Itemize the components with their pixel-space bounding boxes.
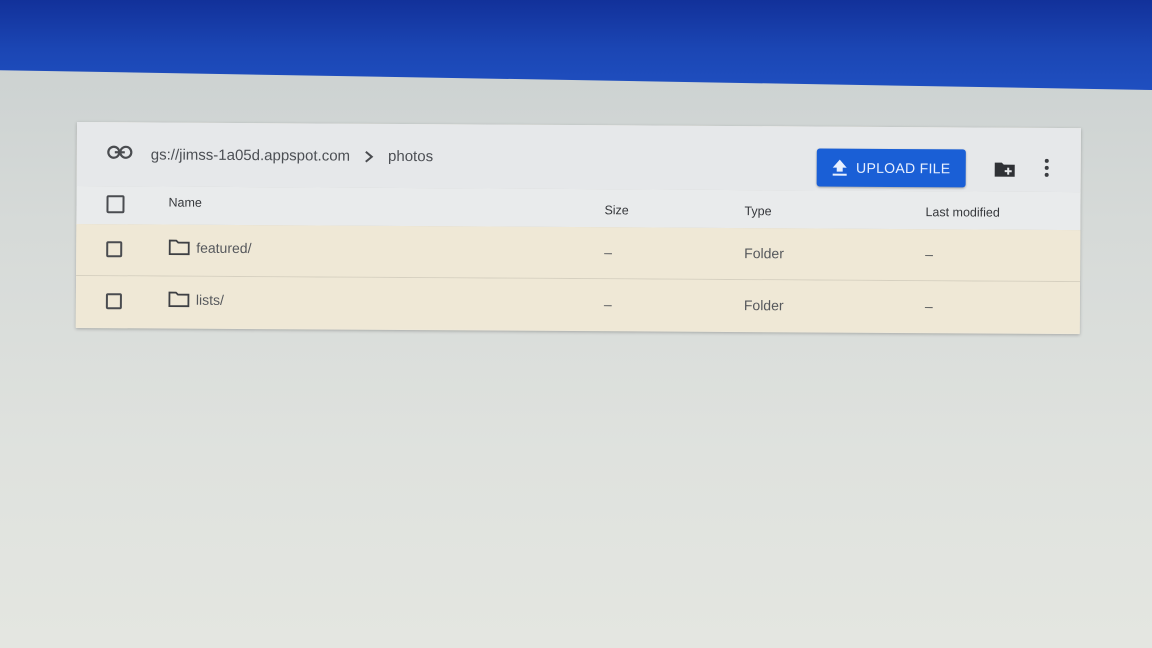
upload-icon bbox=[833, 159, 848, 176]
upload-file-label: UPLOAD FILE bbox=[856, 159, 951, 177]
create-new-folder-icon[interactable] bbox=[994, 160, 1016, 178]
column-header-size[interactable]: Size bbox=[604, 203, 628, 217]
file-browser-toolbar: gs://jimss-1a05d.appspot.com photos UPLO… bbox=[76, 122, 1081, 194]
type-cell: Folder bbox=[744, 245, 784, 262]
storage-file-browser: gs://jimss-1a05d.appspot.com photos UPLO… bbox=[75, 122, 1081, 335]
more-vert-icon[interactable] bbox=[1043, 158, 1051, 178]
file-name-cell[interactable]: featured/ bbox=[168, 239, 252, 257]
file-name[interactable]: featured/ bbox=[196, 239, 251, 255]
breadcrumb-bucket-path[interactable]: gs://jimss-1a05d.appspot.com bbox=[151, 146, 350, 164]
file-name-cell[interactable]: lists/ bbox=[168, 291, 224, 308]
column-header-type[interactable]: Type bbox=[744, 204, 771, 218]
folder-icon bbox=[168, 291, 190, 308]
browser-top-band bbox=[0, 0, 1152, 90]
size-cell: – bbox=[603, 296, 612, 313]
table-row[interactable]: lists/ – Folder – bbox=[75, 275, 1081, 334]
size-cell: – bbox=[604, 244, 613, 261]
folder-icon bbox=[168, 239, 190, 256]
select-all-checkbox[interactable] bbox=[106, 195, 125, 214]
row-checkbox[interactable] bbox=[105, 293, 122, 310]
column-header-last-modified[interactable]: Last modified bbox=[925, 205, 999, 219]
last-modified-cell: – bbox=[924, 298, 933, 315]
column-header-name[interactable]: Name bbox=[168, 196, 201, 210]
type-cell: Folder bbox=[743, 297, 784, 314]
table-row[interactable]: featured/ – Folder – bbox=[76, 223, 1081, 283]
breadcrumb: gs://jimss-1a05d.appspot.com photos bbox=[151, 146, 433, 165]
last-modified-cell: – bbox=[925, 246, 934, 263]
link-icon[interactable] bbox=[107, 144, 133, 160]
upload-file-button[interactable]: UPLOAD FILE bbox=[816, 148, 966, 188]
row-checkbox[interactable] bbox=[106, 241, 123, 258]
breadcrumb-current-folder: photos bbox=[388, 147, 434, 166]
file-name[interactable]: lists/ bbox=[196, 291, 224, 307]
chevron-right-icon bbox=[362, 149, 376, 163]
